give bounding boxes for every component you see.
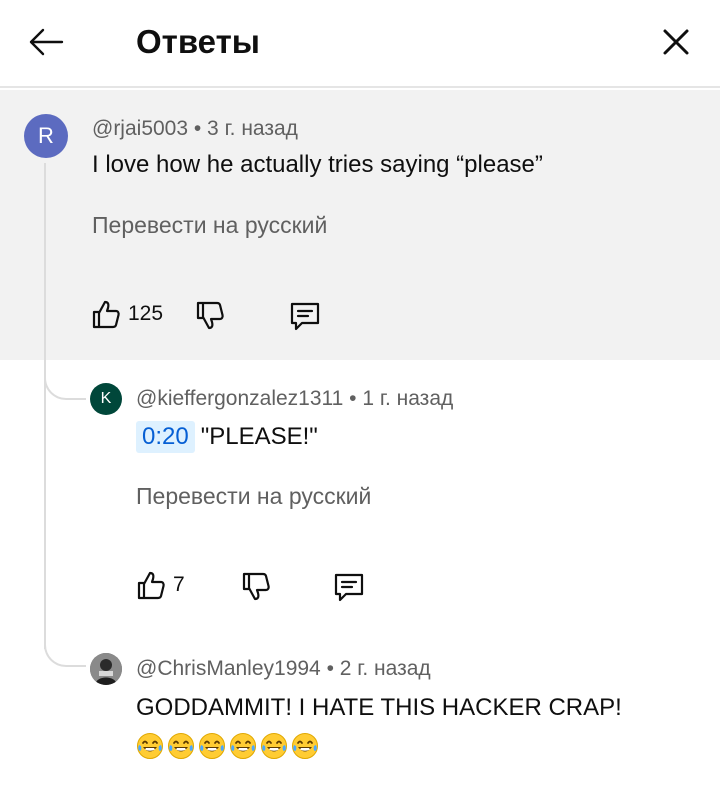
comment-meta: @kieffergonzalez1311 • 1 г. назад: [136, 387, 454, 410]
tears-of-joy-emoji-icon: [137, 733, 163, 759]
dislike-button[interactable]: [194, 300, 226, 332]
avatar[interactable]: [90, 653, 122, 685]
translate-link[interactable]: Перевести на русский: [92, 210, 327, 240]
thread-connector: [44, 370, 86, 400]
arrow-left-icon: [29, 28, 64, 56]
tears-of-joy-emoji-icon: [292, 733, 318, 759]
timestamp-link[interactable]: 0:20: [136, 421, 195, 453]
tears-of-joy-emoji-icon: [230, 733, 256, 759]
comment-icon: [334, 573, 364, 602]
back-button[interactable]: [20, 18, 72, 66]
comment-text: GODDAMMIT! I HATE THIS HACKER CRAP!: [136, 694, 622, 721]
translate-link[interactable]: Перевести на русский: [136, 481, 371, 511]
thumbs-up-icon: [137, 571, 165, 600]
reply-button[interactable]: [288, 300, 322, 332]
comment-text: I love how he actually tries saying “ple…: [92, 151, 543, 178]
thread-connector: [44, 637, 86, 667]
emoji-row: 😂😂😂😂😂😂: [136, 730, 322, 762]
thumbs-down-icon: [196, 301, 224, 330]
close-button[interactable]: [650, 18, 702, 66]
comment-text: 0:20 "PLEASE!": [136, 421, 318, 453]
dislike-button[interactable]: [240, 571, 272, 603]
tears-of-joy-emoji-icon: [261, 733, 287, 759]
thumbs-down-icon: [242, 572, 270, 601]
reply-button[interactable]: [332, 571, 366, 603]
avatar[interactable]: K: [90, 383, 122, 415]
close-icon: [663, 29, 689, 55]
thumbs-up-icon: [92, 300, 120, 329]
comment-meta: @rjai5003 • 3 г. назад: [92, 117, 298, 140]
like-count: 7: [173, 573, 185, 596]
person-photo-icon: [90, 653, 122, 685]
avatar[interactable]: R: [24, 114, 68, 158]
like-count: 125: [128, 302, 164, 325]
comment-meta: @ChrisManley1994 • 2 г. назад: [136, 657, 431, 680]
thread-line: [44, 163, 46, 649]
tears-of-joy-emoji-icon: [168, 733, 194, 759]
like-button[interactable]: 125: [90, 298, 163, 330]
comment-body: "PLEASE!": [200, 423, 318, 450]
header: Ответы: [0, 0, 720, 88]
page-title: Ответы: [136, 23, 260, 60]
like-button[interactable]: 7: [135, 569, 185, 601]
comment-icon: [290, 302, 320, 331]
tears-of-joy-emoji-icon: [199, 733, 225, 759]
